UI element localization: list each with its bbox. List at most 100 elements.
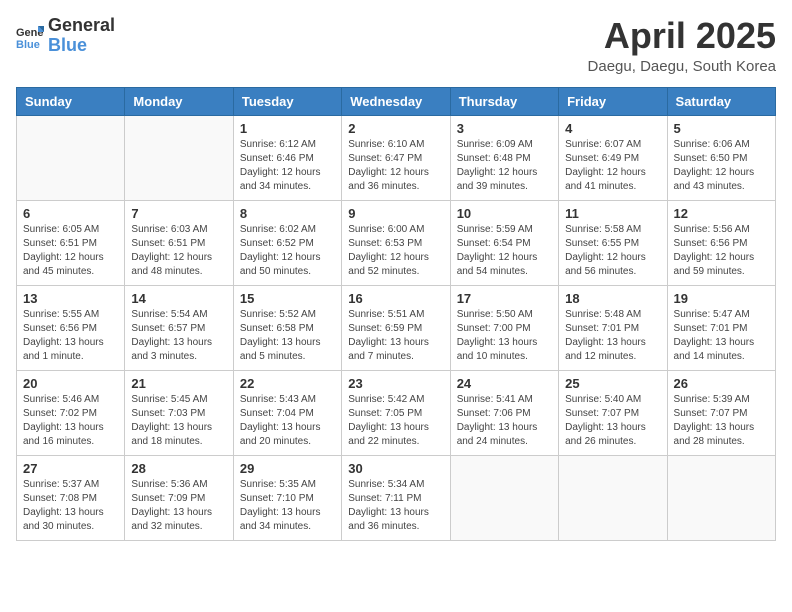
- page-header: General Blue General Blue April 2025 Dae…: [16, 16, 776, 75]
- weekday-header-sunday: Sunday: [17, 87, 125, 115]
- day-number: 12: [674, 206, 769, 221]
- day-number: 30: [348, 461, 443, 476]
- weekday-header-friday: Friday: [559, 87, 667, 115]
- weekday-header-saturday: Saturday: [667, 87, 775, 115]
- day-info: Sunrise: 6:03 AMSunset: 6:51 PMDaylight:…: [131, 223, 226, 279]
- day-info: Sunrise: 6:12 AMSunset: 6:46 PMDaylight:…: [240, 138, 335, 194]
- day-number: 13: [23, 291, 118, 306]
- day-cell-6: 6 Sunrise: 6:05 AMSunset: 6:51 PMDaylight…: [17, 200, 125, 285]
- day-cell-8: 8 Sunrise: 6:02 AMSunset: 6:52 PMDaylight…: [233, 200, 341, 285]
- day-number: 10: [457, 206, 552, 221]
- day-info: Sunrise: 5:39 AMSunset: 7:07 PMDaylight:…: [674, 393, 769, 449]
- day-number: 6: [23, 206, 118, 221]
- day-number: 23: [348, 376, 443, 391]
- weekday-header-thursday: Thursday: [450, 87, 558, 115]
- weekday-header-tuesday: Tuesday: [233, 87, 341, 115]
- empty-cell: [559, 455, 667, 540]
- day-cell-1: 1 Sunrise: 6:12 AMSunset: 6:46 PMDaylight…: [233, 115, 341, 200]
- day-number: 29: [240, 461, 335, 476]
- day-cell-23: 23 Sunrise: 5:42 AMSunset: 7:05 PMDayligh…: [342, 370, 450, 455]
- title-block: April 2025 Daegu, Daegu, South Korea: [588, 16, 776, 75]
- day-number: 16: [348, 291, 443, 306]
- week-row-1: 1 Sunrise: 6:12 AMSunset: 6:46 PMDaylight…: [17, 115, 776, 200]
- day-number: 24: [457, 376, 552, 391]
- day-info: Sunrise: 6:09 AMSunset: 6:48 PMDaylight:…: [457, 138, 552, 194]
- day-info: Sunrise: 5:45 AMSunset: 7:03 PMDaylight:…: [131, 393, 226, 449]
- day-number: 11: [565, 206, 660, 221]
- day-info: Sunrise: 5:34 AMSunset: 7:11 PMDaylight:…: [348, 478, 443, 534]
- day-number: 20: [23, 376, 118, 391]
- location-subtitle: Daegu, Daegu, South Korea: [588, 58, 776, 75]
- week-row-4: 20Sunrise: 5:46 AMSunset: 7:02 PMDayligh…: [17, 370, 776, 455]
- day-cell-2: 2 Sunrise: 6:10 AMSunset: 6:47 PMDaylight…: [342, 115, 450, 200]
- day-number: 1: [240, 121, 335, 136]
- day-info: Sunrise: 5:41 AMSunset: 7:06 PMDaylight:…: [457, 393, 552, 449]
- day-cell-22: 22Sunrise: 5:43 AMSunset: 7:04 PMDayligh…: [233, 370, 341, 455]
- day-cell-20: 20Sunrise: 5:46 AMSunset: 7:02 PMDayligh…: [17, 370, 125, 455]
- empty-cell: [667, 455, 775, 540]
- day-info: Sunrise: 5:36 AMSunset: 7:09 PMDaylight:…: [131, 478, 226, 534]
- day-cell-24: 24 Sunrise: 5:41 AMSunset: 7:06 PMDayligh…: [450, 370, 558, 455]
- day-cell-11: 11Sunrise: 5:58 AMSunset: 6:55 PMDayligh…: [559, 200, 667, 285]
- day-cell-14: 14Sunrise: 5:54 AMSunset: 6:57 PMDayligh…: [125, 285, 233, 370]
- day-number: 3: [457, 121, 552, 136]
- day-info: Sunrise: 6:07 AMSunset: 6:49 PMDaylight:…: [565, 138, 660, 194]
- day-info: Sunrise: 5:35 AMSunset: 7:10 PMDaylight:…: [240, 478, 335, 534]
- day-info: Sunrise: 5:47 AMSunset: 7:01 PMDaylight:…: [674, 308, 769, 364]
- day-cell-30: 30 Sunrise: 5:34 AMSunset: 7:11 PMDayligh…: [342, 455, 450, 540]
- day-cell-10: 10Sunrise: 5:59 AMSunset: 6:54 PMDayligh…: [450, 200, 558, 285]
- day-cell-27: 27 Sunrise: 5:37 AMSunset: 7:08 PMDayligh…: [17, 455, 125, 540]
- day-cell-7: 7 Sunrise: 6:03 AMSunset: 6:51 PMDaylight…: [125, 200, 233, 285]
- day-number: 21: [131, 376, 226, 391]
- week-row-2: 6 Sunrise: 6:05 AMSunset: 6:51 PMDaylight…: [17, 200, 776, 285]
- day-info: Sunrise: 5:51 AMSunset: 6:59 PMDaylight:…: [348, 308, 443, 364]
- day-cell-4: 4 Sunrise: 6:07 AMSunset: 6:49 PMDaylight…: [559, 115, 667, 200]
- day-info: Sunrise: 6:10 AMSunset: 6:47 PMDaylight:…: [348, 138, 443, 194]
- logo: General Blue General Blue: [16, 16, 115, 56]
- day-number: 2: [348, 121, 443, 136]
- day-number: 5: [674, 121, 769, 136]
- day-cell-12: 12Sunrise: 5:56 AMSunset: 6:56 PMDayligh…: [667, 200, 775, 285]
- day-cell-16: 16 Sunrise: 5:51 AMSunset: 6:59 PMDayligh…: [342, 285, 450, 370]
- day-number: 4: [565, 121, 660, 136]
- day-cell-28: 28Sunrise: 5:36 AMSunset: 7:09 PMDayligh…: [125, 455, 233, 540]
- day-number: 9: [348, 206, 443, 221]
- week-row-5: 27 Sunrise: 5:37 AMSunset: 7:08 PMDayligh…: [17, 455, 776, 540]
- day-number: 17: [457, 291, 552, 306]
- day-number: 15: [240, 291, 335, 306]
- day-info: Sunrise: 6:05 AMSunset: 6:51 PMDaylight:…: [23, 223, 118, 279]
- day-cell-25: 25 Sunrise: 5:40 AMSunset: 7:07 PMDayligh…: [559, 370, 667, 455]
- day-number: 7: [131, 206, 226, 221]
- weekday-header-monday: Monday: [125, 87, 233, 115]
- day-cell-13: 13 Sunrise: 5:55 AMSunset: 6:56 PMDayligh…: [17, 285, 125, 370]
- day-cell-18: 18 Sunrise: 5:48 AMSunset: 7:01 PMDayligh…: [559, 285, 667, 370]
- day-number: 27: [23, 461, 118, 476]
- day-info: Sunrise: 5:42 AMSunset: 7:05 PMDaylight:…: [348, 393, 443, 449]
- day-info: Sunrise: 5:50 AMSunset: 7:00 PMDaylight:…: [457, 308, 552, 364]
- empty-cell: [450, 455, 558, 540]
- day-info: Sunrise: 5:54 AMSunset: 6:57 PMDaylight:…: [131, 308, 226, 364]
- day-number: 8: [240, 206, 335, 221]
- day-info: Sunrise: 5:40 AMSunset: 7:07 PMDaylight:…: [565, 393, 660, 449]
- empty-cell: [125, 115, 233, 200]
- day-number: 18: [565, 291, 660, 306]
- week-row-3: 13 Sunrise: 5:55 AMSunset: 6:56 PMDayligh…: [17, 285, 776, 370]
- day-cell-5: 5Sunrise: 6:06 AMSunset: 6:50 PMDaylight…: [667, 115, 775, 200]
- day-cell-21: 21 Sunrise: 5:45 AMSunset: 7:03 PMDayligh…: [125, 370, 233, 455]
- day-cell-9: 9Sunrise: 6:00 AMSunset: 6:53 PMDaylight…: [342, 200, 450, 285]
- day-cell-26: 26Sunrise: 5:39 AMSunset: 7:07 PMDayligh…: [667, 370, 775, 455]
- day-cell-3: 3 Sunrise: 6:09 AMSunset: 6:48 PMDaylight…: [450, 115, 558, 200]
- calendar-table: SundayMondayTuesdayWednesdayThursdayFrid…: [16, 87, 776, 541]
- empty-cell: [17, 115, 125, 200]
- logo-icon: General Blue: [16, 22, 44, 50]
- day-cell-19: 19Sunrise: 5:47 AMSunset: 7:01 PMDayligh…: [667, 285, 775, 370]
- day-info: Sunrise: 6:02 AMSunset: 6:52 PMDaylight:…: [240, 223, 335, 279]
- day-info: Sunrise: 5:48 AMSunset: 7:01 PMDaylight:…: [565, 308, 660, 364]
- day-number: 25: [565, 376, 660, 391]
- day-cell-17: 17 Sunrise: 5:50 AMSunset: 7:00 PMDayligh…: [450, 285, 558, 370]
- day-info: Sunrise: 5:55 AMSunset: 6:56 PMDaylight:…: [23, 308, 118, 364]
- logo-text-general: General: [48, 16, 115, 36]
- logo-text-blue: Blue: [48, 36, 115, 56]
- day-info: Sunrise: 5:37 AMSunset: 7:08 PMDaylight:…: [23, 478, 118, 534]
- weekday-header-row: SundayMondayTuesdayWednesdayThursdayFrid…: [17, 87, 776, 115]
